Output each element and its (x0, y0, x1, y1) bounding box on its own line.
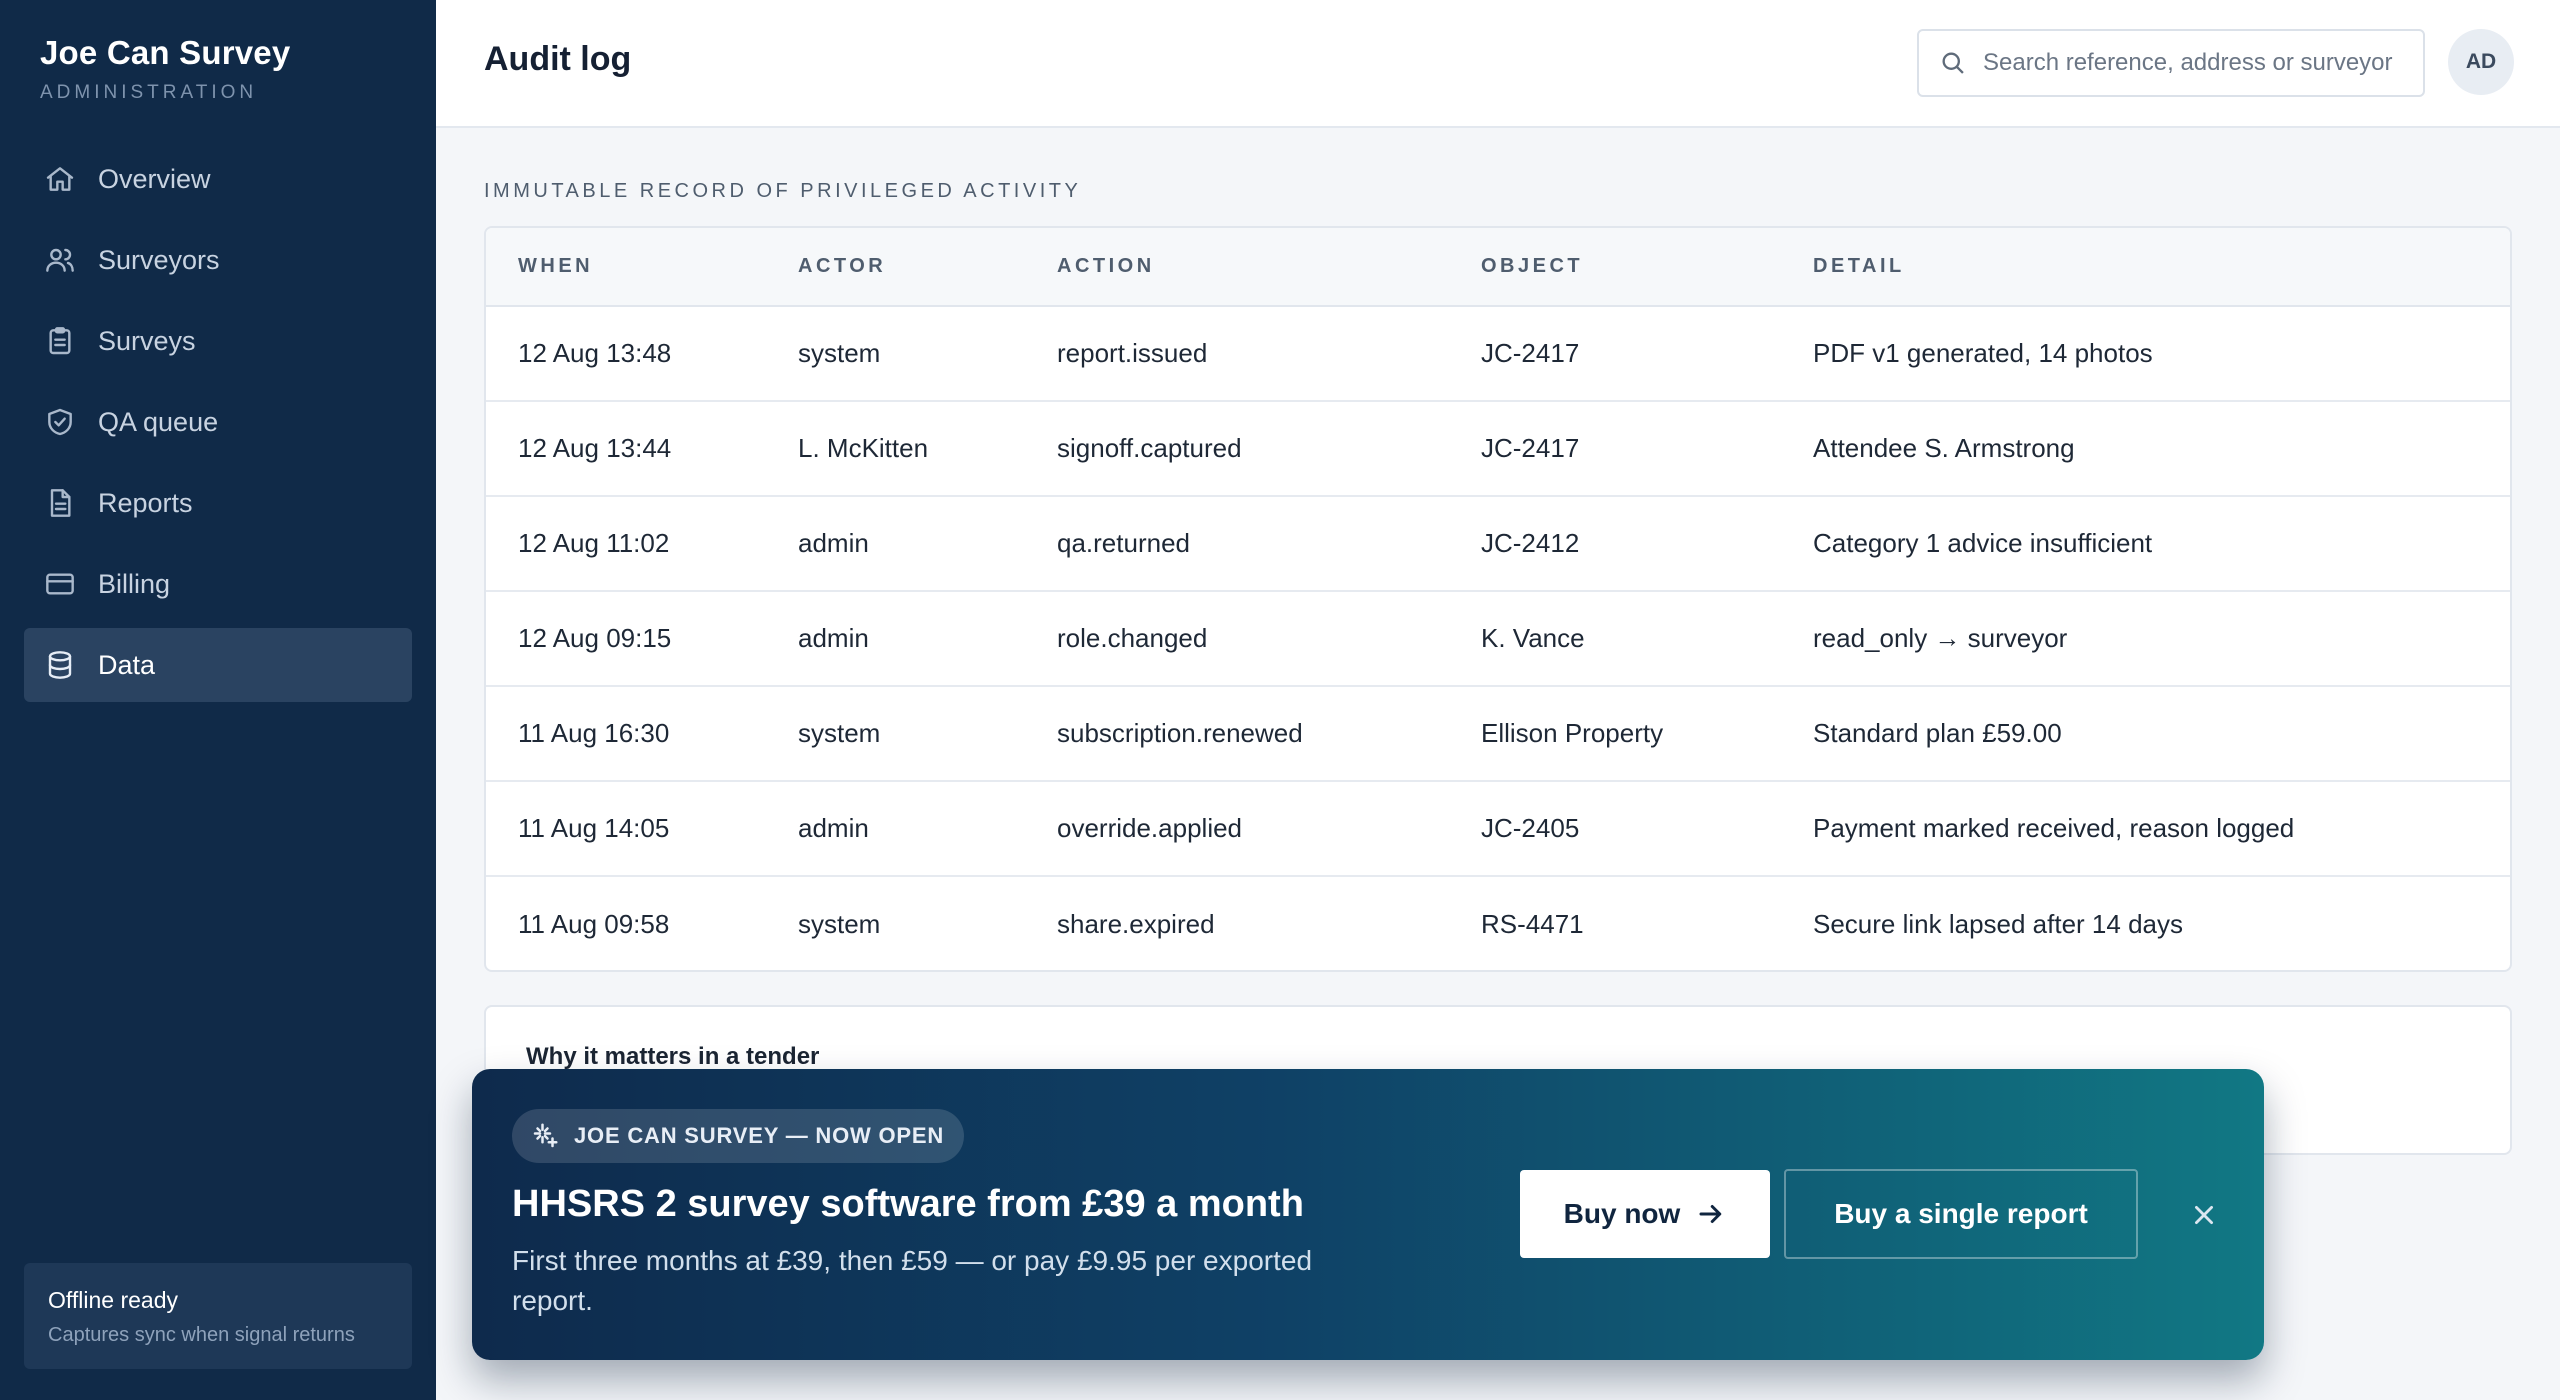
table-header-row: WHEN ACTOR ACTION OBJECT DETAIL (486, 228, 2510, 307)
sidebar-item-billing[interactable]: Billing (24, 547, 412, 621)
top-bar: Audit log AD (436, 0, 2560, 128)
offline-subtitle: Captures sync when signal returns (48, 1324, 355, 1346)
cell-actor: system (766, 686, 1025, 782)
sidebar-item-label: Data (98, 649, 156, 680)
buy-single-report-button[interactable]: Buy a single report (1784, 1169, 2138, 1259)
shield-check-icon (48, 408, 72, 436)
cell-action: share.expired (1057, 908, 1215, 939)
home-icon (46, 167, 74, 191)
column-header-object: OBJECT (1449, 228, 1781, 307)
sidebar-item-label: Reports (98, 487, 193, 518)
sidebar-item-surveyors[interactable]: Surveyors (24, 223, 412, 297)
cell-when: 12 Aug 13:44 (486, 401, 766, 497)
close-banner-button[interactable] (2184, 1195, 2224, 1235)
why-card-title: Why it matters in a tender (526, 1043, 820, 1070)
cell-detail: Payment marked received, reason logged (1781, 781, 2510, 877)
sidebar-item-label: Billing (98, 568, 171, 599)
buy-now-button[interactable]: Buy now (1520, 1170, 1770, 1258)
sidebar-item-label: Surveyors (98, 244, 220, 275)
app-name: Joe Can Survey (40, 34, 291, 71)
column-header-action: ACTION (1025, 228, 1449, 307)
cell-detail: Standard plan £59.00 (1781, 686, 2510, 782)
cell-object: JC-2417 (1449, 306, 1781, 402)
cell-when: 12 Aug 09:15 (486, 591, 766, 687)
cell-actor: system (798, 908, 881, 939)
brand: Joe Can Survey ADMINISTRATION (40, 34, 290, 104)
cell-actor: admin (766, 781, 1025, 877)
table-row[interactable]: 11 Aug 09:58 system share.expired RS-447… (486, 876, 2510, 970)
cell-when: 12 Aug 13:48 (486, 306, 766, 402)
cell-action: subscription.renewed (1025, 686, 1449, 782)
table-row[interactable]: 11 Aug 14:05 admin override.applied JC-2… (486, 781, 2510, 877)
cell-object: JC-2405 (1449, 781, 1781, 877)
cell-action: override.applied (1025, 781, 1449, 877)
cell-object: JC-2412 (1449, 496, 1781, 592)
offline-status-card: Offline ready Captures sync when signal … (24, 1263, 412, 1369)
avatar[interactable]: AD (2448, 29, 2514, 95)
cell-object: RS-4471 (1481, 908, 1584, 939)
database-icon (48, 651, 72, 679)
cell-actor: system (766, 306, 1025, 402)
sidebar-item-label: QA queue (98, 406, 219, 437)
buy-now-label: Buy now (1563, 1198, 1681, 1229)
offline-title: Offline ready (48, 1287, 178, 1313)
promo-badge: JOE CAN SURVEY — NOW OPEN (512, 1109, 965, 1163)
cell-when: 11 Aug 14:05 (486, 781, 766, 877)
sidebar-item-surveys[interactable]: Surveys (24, 304, 412, 378)
arrow-right-icon (1699, 1205, 1722, 1223)
sparkles-icon (533, 1123, 558, 1148)
promo-badge-label: JOE CAN SURVEY — NOW OPEN (574, 1123, 945, 1148)
clipboard-icon (49, 327, 71, 355)
cell-action: role.changed (1025, 591, 1449, 687)
section-label: IMMUTABLE RECORD OF PRIVILEGED ACTIVITY (484, 180, 1082, 202)
cell-actor: L. McKitten (766, 401, 1025, 497)
sidebar-item-data[interactable]: Data (24, 628, 412, 702)
sidebar-item-label: Surveys (98, 325, 196, 356)
promo-subtitle: First three months at £39, then £59 — or… (512, 1245, 1313, 1316)
sidebar-item-qa-queue[interactable]: QA queue (24, 385, 412, 459)
audit-table: WHEN ACTOR ACTION OBJECT DETAIL 12 Aug 1… (486, 228, 2510, 970)
cell-detail: read_only → surveyor (1781, 591, 2510, 687)
search-input[interactable] (1983, 49, 2423, 77)
cell-object: JC-2417 (1449, 401, 1781, 497)
cell-object: K. Vance (1449, 591, 1781, 687)
cell-actor: admin (766, 591, 1025, 687)
table-row[interactable]: 12 Aug 13:44 L. McKitten signoff.capture… (486, 401, 2510, 497)
promo-title: HHSRS 2 survey software from £39 a month (512, 1183, 1304, 1225)
column-header-detail: DETAIL (1781, 228, 2510, 307)
table-row[interactable]: 11 Aug 16:30 system subscription.renewed… (486, 686, 2510, 782)
search-icon (1942, 52, 1964, 74)
cell-when: 11 Aug 09:58 (518, 908, 670, 939)
table-row[interactable]: 12 Aug 09:15 admin role.changed K. Vance… (486, 591, 2510, 687)
cell-actor: admin (766, 496, 1025, 592)
table-row[interactable]: 12 Aug 11:02 admin qa.returned JC-2412 C… (486, 496, 2510, 592)
sidebar-item-reports[interactable]: Reports (24, 466, 412, 540)
users-icon (46, 248, 74, 272)
cell-detail: Attendee S. Armstrong (1781, 401, 2510, 497)
cell-object: Ellison Property (1449, 686, 1781, 782)
cell-when: 11 Aug 16:30 (486, 686, 766, 782)
close-icon (2195, 1206, 2213, 1224)
column-header-when: WHEN (486, 228, 766, 307)
sidebar-item-label: Overview (98, 163, 211, 194)
sidebar-item-overview[interactable]: Overview (24, 142, 412, 216)
cell-detail: Secure link lapsed after 14 days (1813, 908, 2183, 939)
sidebar-nav: Overview Surveyors Surveys QA queue Repo… (24, 142, 412, 709)
credit-card-icon (46, 573, 74, 595)
cell-detail: PDF v1 generated, 14 photos (1781, 306, 2510, 402)
audit-table-card: WHEN ACTOR ACTION OBJECT DETAIL 12 Aug 1… (484, 226, 2512, 972)
app-subtitle: ADMINISTRATION (40, 82, 258, 103)
search-box[interactable] (1917, 29, 2425, 97)
cell-action: signoff.captured (1025, 401, 1449, 497)
cell-action: report.issued (1025, 306, 1449, 402)
cell-when: 12 Aug 11:02 (486, 496, 766, 592)
page-title: Audit log (484, 40, 632, 78)
table-row[interactable]: 12 Aug 13:48 system report.issued JC-241… (486, 306, 2510, 402)
cell-detail: Category 1 advice insufficient (1781, 496, 2510, 592)
cell-action: qa.returned (1025, 496, 1449, 592)
document-icon (50, 489, 71, 517)
sidebar: Joe Can Survey ADMINISTRATION Overview S… (0, 0, 436, 1400)
column-header-actor: ACTOR (766, 228, 1025, 307)
promo-banner: JOE CAN SURVEY — NOW OPEN HHSRS 2 survey… (472, 1069, 2264, 1360)
